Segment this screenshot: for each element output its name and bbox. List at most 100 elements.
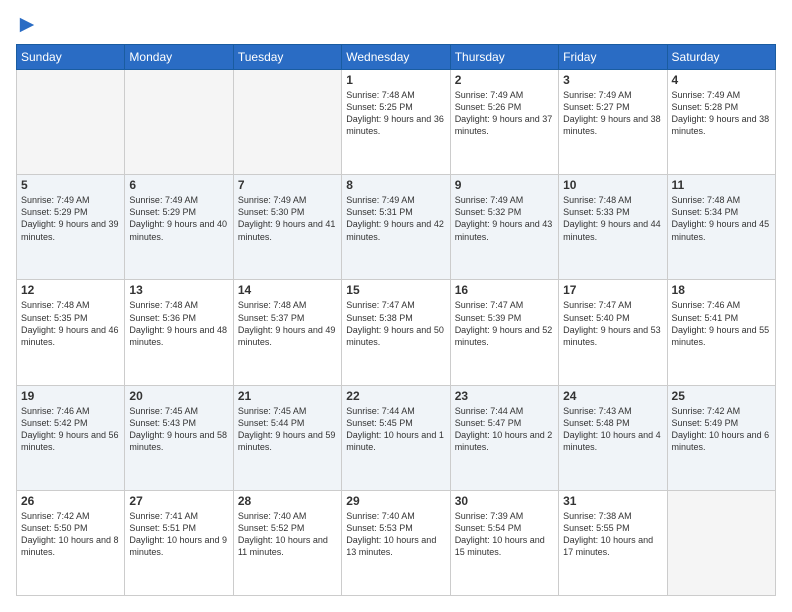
day-number: 17 — [563, 283, 662, 297]
calendar-cell: 18 Sunrise: 7:46 AM Sunset: 5:41 PM Dayli… — [667, 280, 775, 385]
day-number: 10 — [563, 178, 662, 192]
day-number: 12 — [21, 283, 120, 297]
day-info: Sunrise: 7:48 AM Sunset: 5:33 PM Dayligh… — [563, 194, 662, 243]
day-info: Sunrise: 7:42 AM Sunset: 5:49 PM Dayligh… — [672, 405, 771, 454]
day-info: Sunrise: 7:49 AM Sunset: 5:29 PM Dayligh… — [21, 194, 120, 243]
calendar-cell: 6 Sunrise: 7:49 AM Sunset: 5:29 PM Daylig… — [125, 175, 233, 280]
calendar-cell: 4 Sunrise: 7:49 AM Sunset: 5:28 PM Daylig… — [667, 70, 775, 175]
day-info: Sunrise: 7:47 AM Sunset: 5:39 PM Dayligh… — [455, 299, 554, 348]
calendar-cell: 26 Sunrise: 7:42 AM Sunset: 5:50 PM Dayli… — [17, 490, 125, 595]
day-info: Sunrise: 7:46 AM Sunset: 5:42 PM Dayligh… — [21, 405, 120, 454]
day-number: 19 — [21, 389, 120, 403]
calendar-week-row: 5 Sunrise: 7:49 AM Sunset: 5:29 PM Daylig… — [17, 175, 776, 280]
day-number: 29 — [346, 494, 445, 508]
weekday-header: Saturday — [667, 45, 775, 70]
calendar-cell: 3 Sunrise: 7:49 AM Sunset: 5:27 PM Daylig… — [559, 70, 667, 175]
day-info: Sunrise: 7:40 AM Sunset: 5:53 PM Dayligh… — [346, 510, 445, 559]
day-number: 16 — [455, 283, 554, 297]
logo — [16, 16, 36, 34]
day-info: Sunrise: 7:41 AM Sunset: 5:51 PM Dayligh… — [129, 510, 228, 559]
weekday-header: Wednesday — [342, 45, 450, 70]
calendar-cell: 11 Sunrise: 7:48 AM Sunset: 5:34 PM Dayli… — [667, 175, 775, 280]
day-info: Sunrise: 7:44 AM Sunset: 5:45 PM Dayligh… — [346, 405, 445, 454]
day-info: Sunrise: 7:44 AM Sunset: 5:47 PM Dayligh… — [455, 405, 554, 454]
calendar-cell: 13Sunrise: 7:48 AM Sunset: 5:36 PM Dayli… — [125, 280, 233, 385]
day-number: 22 — [346, 389, 445, 403]
calendar-cell — [17, 70, 125, 175]
calendar-week-row: 12Sunrise: 7:48 AM Sunset: 5:35 PM Dayli… — [17, 280, 776, 385]
day-info: Sunrise: 7:48 AM Sunset: 5:36 PM Dayligh… — [129, 299, 228, 348]
calendar-cell: 22 Sunrise: 7:44 AM Sunset: 5:45 PM Dayli… — [342, 385, 450, 490]
day-info: Sunrise: 7:49 AM Sunset: 5:28 PM Dayligh… — [672, 89, 771, 138]
day-number: 31 — [563, 494, 662, 508]
logo-icon — [18, 16, 36, 34]
day-number: 30 — [455, 494, 554, 508]
calendar-week-row: 19 Sunrise: 7:46 AM Sunset: 5:42 PM Dayli… — [17, 385, 776, 490]
day-number: 18 — [672, 283, 771, 297]
day-number: 15 — [346, 283, 445, 297]
day-number: 27 — [129, 494, 228, 508]
day-number: 11 — [672, 178, 771, 192]
day-info: Sunrise: 7:40 AM Sunset: 5:52 PM Dayligh… — [238, 510, 337, 559]
weekday-header: Friday — [559, 45, 667, 70]
day-info: Sunrise: 7:49 AM Sunset: 5:27 PM Dayligh… — [563, 89, 662, 138]
calendar-cell: 14 Sunrise: 7:48 AM Sunset: 5:37 PM Dayli… — [233, 280, 341, 385]
calendar-cell: 8 Sunrise: 7:49 AM Sunset: 5:31 PM Daylig… — [342, 175, 450, 280]
calendar-cell: 31 Sunrise: 7:38 AM Sunset: 5:55 PM Dayli… — [559, 490, 667, 595]
day-number: 24 — [563, 389, 662, 403]
day-info: Sunrise: 7:48 AM Sunset: 5:37 PM Dayligh… — [238, 299, 337, 348]
calendar-cell: 1Sunrise: 7:48 AM Sunset: 5:25 PM Daylig… — [342, 70, 450, 175]
calendar-cell — [667, 490, 775, 595]
day-number: 20 — [129, 389, 228, 403]
weekday-header: Monday — [125, 45, 233, 70]
day-number: 14 — [238, 283, 337, 297]
calendar-header-row: SundayMondayTuesdayWednesdayThursdayFrid… — [17, 45, 776, 70]
day-info: Sunrise: 7:46 AM Sunset: 5:41 PM Dayligh… — [672, 299, 771, 348]
calendar-cell: 28Sunrise: 7:40 AM Sunset: 5:52 PM Dayli… — [233, 490, 341, 595]
day-info: Sunrise: 7:38 AM Sunset: 5:55 PM Dayligh… — [563, 510, 662, 559]
calendar-cell: 15 Sunrise: 7:47 AM Sunset: 5:38 PM Dayli… — [342, 280, 450, 385]
day-info: Sunrise: 7:43 AM Sunset: 5:48 PM Dayligh… — [563, 405, 662, 454]
day-number: 26 — [21, 494, 120, 508]
calendar-cell: 9Sunrise: 7:49 AM Sunset: 5:32 PM Daylig… — [450, 175, 558, 280]
day-number: 4 — [672, 73, 771, 87]
day-number: 6 — [129, 178, 228, 192]
calendar-cell: 30Sunrise: 7:39 AM Sunset: 5:54 PM Dayli… — [450, 490, 558, 595]
calendar-cell: 10 Sunrise: 7:48 AM Sunset: 5:33 PM Dayli… — [559, 175, 667, 280]
day-info: Sunrise: 7:47 AM Sunset: 5:38 PM Dayligh… — [346, 299, 445, 348]
calendar-cell: 7Sunrise: 7:49 AM Sunset: 5:30 PM Daylig… — [233, 175, 341, 280]
calendar-cell: 25 Sunrise: 7:42 AM Sunset: 5:49 PM Dayli… — [667, 385, 775, 490]
calendar-cell: 17 Sunrise: 7:47 AM Sunset: 5:40 PM Dayli… — [559, 280, 667, 385]
calendar-cell: 27 Sunrise: 7:41 AM Sunset: 5:51 PM Dayli… — [125, 490, 233, 595]
calendar-cell: 24 Sunrise: 7:43 AM Sunset: 5:48 PM Dayli… — [559, 385, 667, 490]
calendar-cell: 23Sunrise: 7:44 AM Sunset: 5:47 PM Dayli… — [450, 385, 558, 490]
calendar-week-row: 1Sunrise: 7:48 AM Sunset: 5:25 PM Daylig… — [17, 70, 776, 175]
calendar-cell: 16 Sunrise: 7:47 AM Sunset: 5:39 PM Dayli… — [450, 280, 558, 385]
day-info: Sunrise: 7:49 AM Sunset: 5:32 PM Dayligh… — [455, 194, 554, 243]
calendar-cell: 29 Sunrise: 7:40 AM Sunset: 5:53 PM Dayli… — [342, 490, 450, 595]
day-number: 8 — [346, 178, 445, 192]
day-info: Sunrise: 7:47 AM Sunset: 5:40 PM Dayligh… — [563, 299, 662, 348]
day-info: Sunrise: 7:49 AM Sunset: 5:29 PM Dayligh… — [129, 194, 228, 243]
calendar-cell: 12Sunrise: 7:48 AM Sunset: 5:35 PM Dayli… — [17, 280, 125, 385]
day-info: Sunrise: 7:42 AM Sunset: 5:50 PM Dayligh… — [21, 510, 120, 559]
day-info: Sunrise: 7:49 AM Sunset: 5:31 PM Dayligh… — [346, 194, 445, 243]
header — [16, 16, 776, 34]
day-number: 1 — [346, 73, 445, 87]
calendar-cell — [233, 70, 341, 175]
calendar-cell: 21 Sunrise: 7:45 AM Sunset: 5:44 PM Dayli… — [233, 385, 341, 490]
day-info: Sunrise: 7:45 AM Sunset: 5:43 PM Dayligh… — [129, 405, 228, 454]
day-number: 3 — [563, 73, 662, 87]
day-number: 7 — [238, 178, 337, 192]
calendar-cell: 19 Sunrise: 7:46 AM Sunset: 5:42 PM Dayli… — [17, 385, 125, 490]
calendar-week-row: 26 Sunrise: 7:42 AM Sunset: 5:50 PM Dayli… — [17, 490, 776, 595]
day-info: Sunrise: 7:49 AM Sunset: 5:26 PM Dayligh… — [455, 89, 554, 138]
day-number: 2 — [455, 73, 554, 87]
day-number: 5 — [21, 178, 120, 192]
calendar-table: SundayMondayTuesdayWednesdayThursdayFrid… — [16, 44, 776, 596]
day-info: Sunrise: 7:45 AM Sunset: 5:44 PM Dayligh… — [238, 405, 337, 454]
day-number: 25 — [672, 389, 771, 403]
day-number: 21 — [238, 389, 337, 403]
day-info: Sunrise: 7:48 AM Sunset: 5:34 PM Dayligh… — [672, 194, 771, 243]
calendar-cell: 5 Sunrise: 7:49 AM Sunset: 5:29 PM Daylig… — [17, 175, 125, 280]
